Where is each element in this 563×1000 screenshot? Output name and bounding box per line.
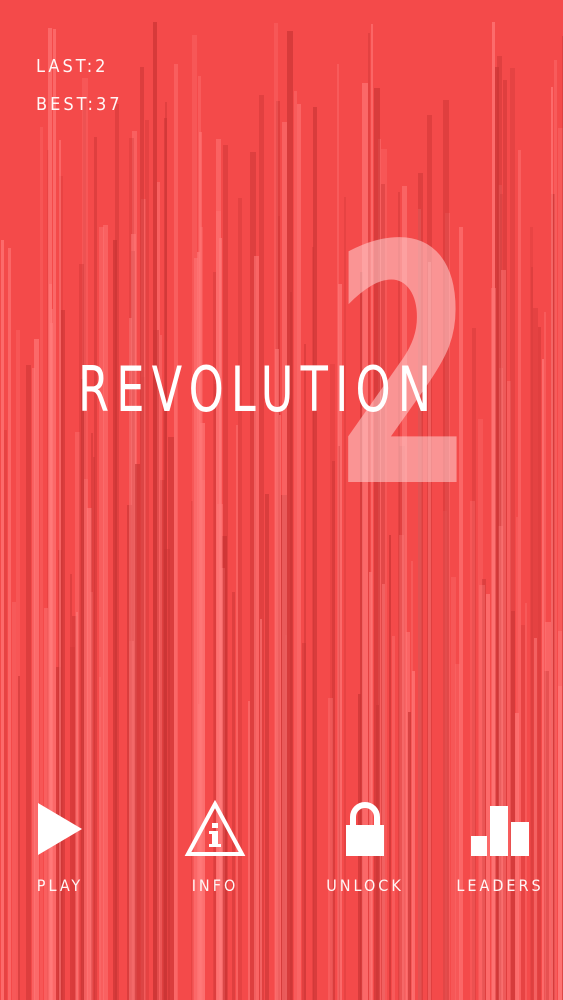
background-stripe	[115, 104, 119, 1000]
background-stripe	[486, 594, 490, 1000]
best-score: BEST:37	[36, 95, 123, 115]
play-label: PLAY	[36, 876, 84, 895]
last-score-label: LAST:	[36, 56, 96, 77]
background-stripe	[145, 120, 149, 1000]
game-main-menu: LAST:2 BEST:37 2 REVOLUTION PLAY INFO UN…	[0, 0, 563, 1000]
info-warning-icon	[184, 800, 246, 856]
best-score-label: BEST:	[36, 94, 96, 115]
game-title: REVOLUTION	[78, 353, 439, 426]
info-label: INFO	[191, 876, 239, 895]
background-stripe	[153, 330, 159, 1000]
background-stripe	[554, 60, 557, 1000]
background-stripe	[84, 479, 88, 1000]
background-stripe	[1, 240, 4, 1000]
background-stripe	[8, 248, 11, 1000]
background-stripe	[32, 368, 35, 1000]
background-stripe	[411, 561, 413, 1000]
background-stripe	[551, 87, 553, 1000]
background-stripe	[90, 592, 93, 1000]
background-stripe	[297, 104, 301, 1000]
background-stripe	[26, 365, 31, 1000]
background-stripe	[389, 535, 391, 1000]
background-stripe	[135, 464, 140, 1000]
background-stripe	[282, 122, 287, 1000]
last-score: LAST:2	[36, 57, 108, 77]
background-stripe	[287, 31, 293, 1000]
background-stripe	[70, 574, 72, 1000]
background-stripe	[302, 643, 306, 1000]
background-stripe	[265, 494, 269, 1000]
background-stripe	[279, 415, 281, 1000]
background-stripe	[4, 430, 7, 1000]
background-stripe	[160, 335, 162, 1000]
leaders-label: LEADERS	[456, 876, 544, 895]
unlock-button[interactable]: UNLOCK	[320, 800, 410, 895]
last-score-value: 2	[95, 56, 109, 77]
background-stripe	[479, 585, 485, 1000]
best-score-value: 37	[96, 94, 123, 115]
background-stripe	[544, 312, 546, 1000]
play-icon	[38, 803, 82, 855]
info-button[interactable]: INFO	[175, 800, 255, 895]
background-stripe	[558, 686, 562, 1000]
leaders-button[interactable]: LEADERS	[450, 800, 550, 895]
lock-icon	[346, 802, 384, 856]
background-stripe	[232, 592, 235, 1000]
background-stripe	[538, 327, 541, 1000]
unlock-label: UNLOCK	[326, 876, 404, 895]
background-stripe	[140, 67, 144, 1000]
background-stripe	[294, 91, 297, 1000]
background-stripe	[163, 401, 167, 1000]
background-stripe	[12, 602, 16, 1000]
background-stripe	[81, 379, 84, 1000]
background-stripe	[260, 619, 262, 1000]
background-stripe	[236, 425, 238, 1000]
background-stripe	[201, 480, 205, 1000]
background-stripe	[103, 225, 108, 1000]
background-stripe	[470, 501, 475, 1000]
background-stripe	[313, 107, 317, 1000]
background-stripe	[542, 359, 544, 1000]
background-stripe	[516, 517, 518, 1000]
play-button[interactable]: PLAY	[20, 800, 100, 895]
background-stripe	[382, 584, 385, 1000]
background-stripe	[275, 349, 279, 1000]
bar-chart-icon	[471, 806, 529, 856]
